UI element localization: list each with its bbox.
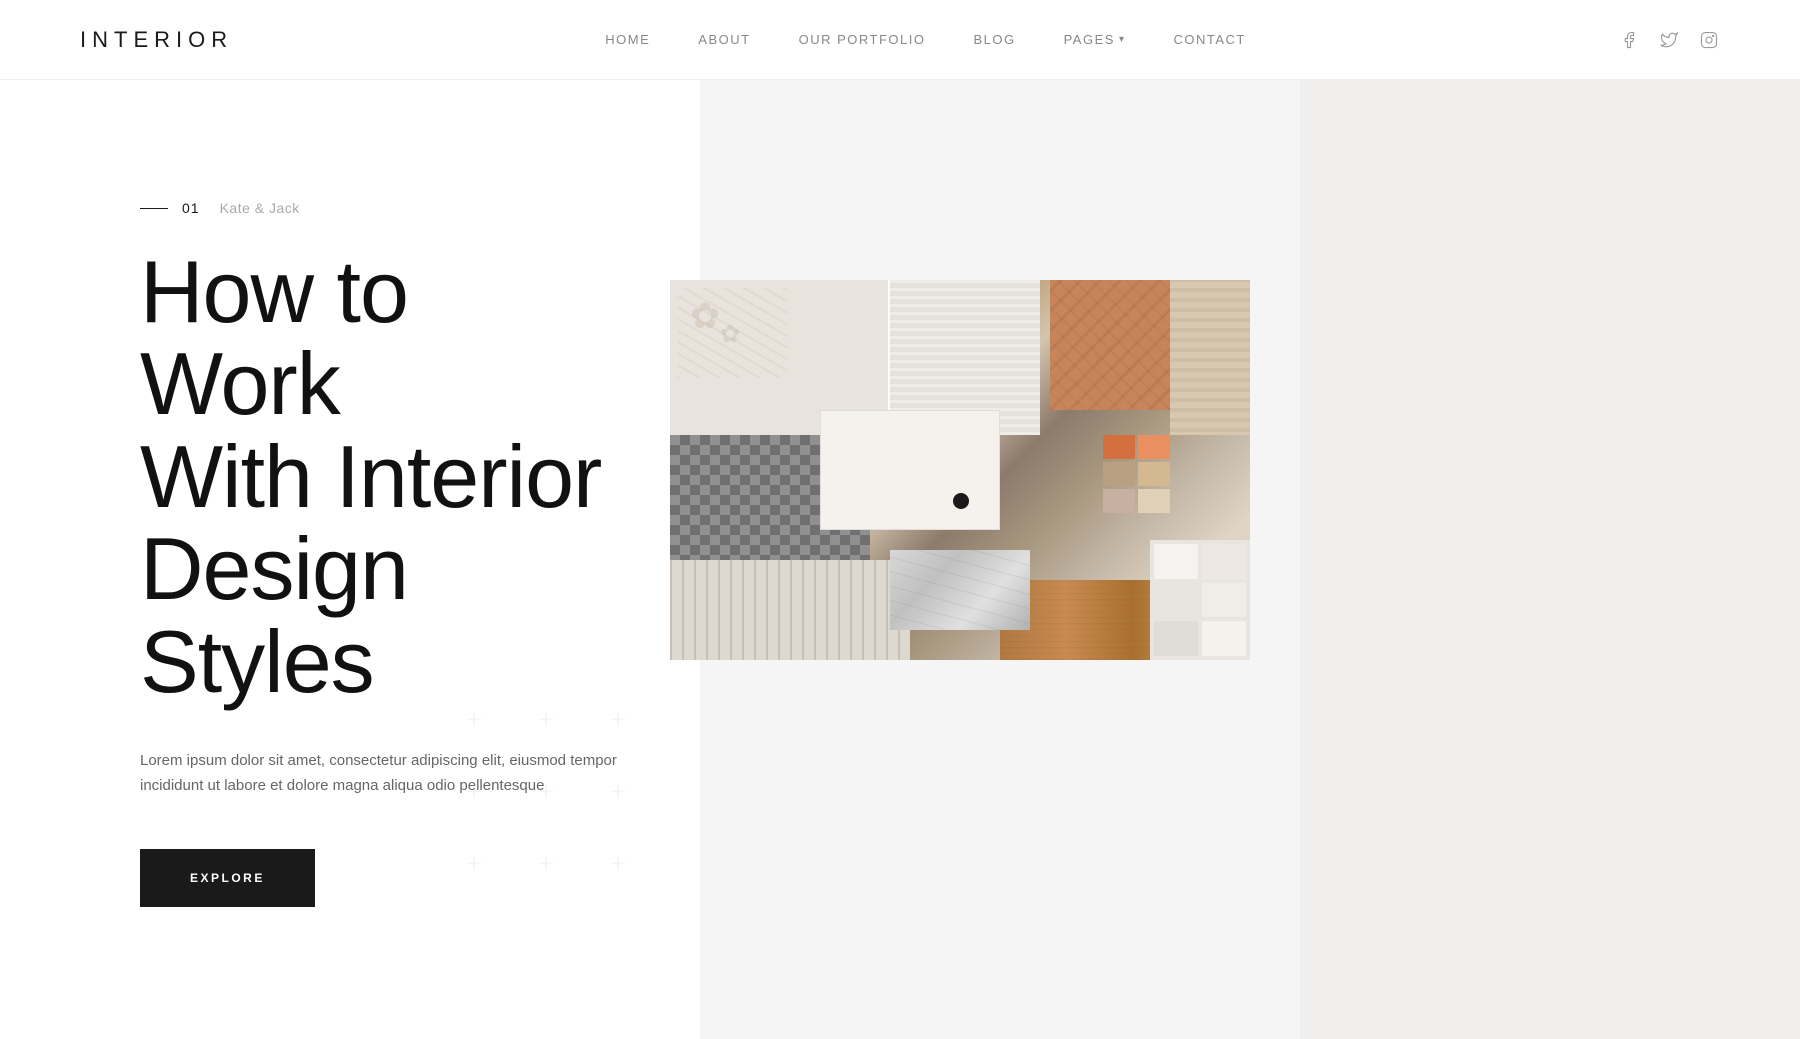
pages-dropdown-icon: ▾ [1119, 34, 1126, 45]
color-palette [1103, 435, 1170, 513]
plus-icon: + [452, 843, 496, 887]
post-meta: 01 Kate & Jack [140, 200, 620, 216]
plus-icon: + [452, 699, 496, 743]
instagram-icon[interactable] [1698, 29, 1720, 51]
marble-swatch [890, 550, 1030, 630]
fabric-swatches-image: ✿ ✿ [670, 280, 1250, 660]
hero-section: 01 Kate & Jack How to Work With Interior… [0, 80, 1800, 1039]
site-header: INTERIOR HOME ABOUT OUR PORTFOLIO BLOG P… [0, 0, 1800, 80]
post-number: 01 [140, 200, 200, 216]
fabric-striped [670, 560, 910, 660]
plus-icon: + [524, 699, 568, 743]
fabric-white-button [820, 410, 1000, 530]
right-background [1300, 80, 1800, 1039]
hero-left: 01 Kate & Jack How to Work With Interior… [0, 80, 700, 987]
explore-button[interactable]: EXPLORE [140, 849, 315, 907]
nav-pages[interactable]: PAGES ▾ [1064, 32, 1126, 47]
post-author: Kate & Jack [220, 200, 300, 216]
nav-contact[interactable]: CONTACT [1173, 32, 1245, 47]
plus-icon: + [524, 771, 568, 815]
material-samples [1150, 540, 1250, 660]
nav-home[interactable]: HOME [605, 32, 650, 47]
fabric-beige [1170, 280, 1250, 435]
dash-icon [140, 208, 168, 209]
nav-portfolio[interactable]: OUR PORTFOLIO [799, 32, 926, 47]
twitter-icon[interactable] [1658, 29, 1680, 51]
plus-icon: + [524, 843, 568, 887]
plus-icon: + [596, 771, 640, 815]
plus-icon: + [596, 843, 640, 887]
nav-blog[interactable]: BLOG [973, 32, 1015, 47]
decorative-plus-grid: + + + + + + + + + [452, 699, 640, 887]
plus-icon: + [596, 699, 640, 743]
nav-about[interactable]: ABOUT [698, 32, 750, 47]
hero-image: ✿ ✿ [670, 280, 1250, 660]
plus-icon: + [452, 771, 496, 815]
facebook-icon[interactable] [1618, 29, 1640, 51]
site-logo[interactable]: INTERIOR [80, 27, 233, 53]
social-links [1618, 29, 1720, 51]
main-nav: HOME ABOUT OUR PORTFOLIO BLOG PAGES ▾ CO… [605, 32, 1246, 47]
hero-right: ✿ ✿ [700, 80, 1800, 1039]
hero-heading: How to Work With Interior Design Styles [140, 246, 620, 708]
